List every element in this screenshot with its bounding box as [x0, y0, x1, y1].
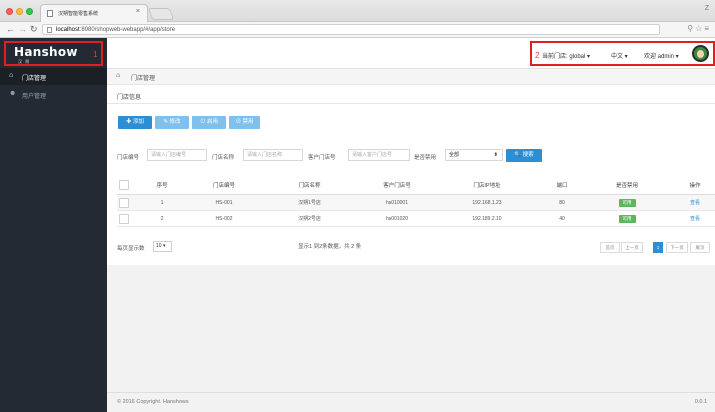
- column-header: 是否禁用: [615, 182, 638, 189]
- port: 80: [559, 199, 565, 206]
- table-header: 序号 门店编号 门店名称 客户门店号 门店IP地址 端口 是否禁用 操作: [117, 175, 715, 195]
- next-page-button[interactable]: 下一页: [666, 242, 688, 253]
- section-title: 门店信息: [117, 95, 142, 101]
- store-ip: 192.189.2.10: [472, 215, 502, 222]
- per-page-select[interactable]: 10 ▾: [153, 241, 172, 252]
- disabled-filter-value: 全部: [449, 152, 460, 158]
- breadcrumb: ⌂ 门店管理: [107, 69, 715, 85]
- version-text: 0.0.1: [694, 399, 707, 405]
- page-1-button[interactable]: 1: [653, 242, 663, 253]
- row-checkbox[interactable]: [119, 197, 129, 208]
- url-host: localhost: [56, 27, 80, 33]
- url-input[interactable]: localhost:8080/shopweb-webapp/#/app/stor…: [42, 24, 660, 35]
- table-row[interactable]: 1 HS-001 汉朔1号店 hs010001 192.168.1.23 80 …: [117, 195, 715, 211]
- address-bar: ← → ↻ localhost:8080/shopweb-webapp/#/ap…: [0, 22, 715, 38]
- close-window-button[interactable]: [6, 8, 13, 15]
- avatar[interactable]: [692, 45, 709, 62]
- row-index: 1: [160, 199, 164, 206]
- customer-code-label: 客户门店号: [308, 155, 336, 161]
- sidebar-item-label: 门店管理: [22, 76, 47, 82]
- logo: Hanshow: [14, 45, 78, 59]
- port: 40: [559, 215, 565, 222]
- table-row[interactable]: 2 HS-002 汉朔2号店 hs001020 192.189.2.10 40 …: [117, 211, 715, 227]
- row-index: 2: [160, 215, 164, 222]
- sidebar-item-store-management[interactable]: ⌂ 门店管理: [0, 68, 107, 85]
- per-page-label: 每页显示数: [117, 246, 145, 252]
- url-path: :8080/shopweb-webapp/#/app/store: [79, 27, 176, 33]
- customer-store-code: hs010001: [386, 199, 408, 206]
- user-menu-dropdown[interactable]: 欢迎 admin ▾: [644, 51, 679, 60]
- column-header: 门店IP地址: [473, 182, 501, 189]
- select-caret-icon: ⬍: [493, 152, 498, 158]
- browser-menu-icons[interactable]: ⚲☆≡: [687, 24, 711, 33]
- users-icon: ☻: [9, 90, 17, 97]
- store-code-label: 门店编号: [117, 155, 140, 161]
- browser-tab-strip: 汉朔智能零售系统 × Z: [0, 0, 715, 22]
- page-footer: © 2016 Copyright. Hanshows 0.0.1: [107, 392, 715, 412]
- current-store-dropdown[interactable]: 当前门店: global ▾: [542, 51, 590, 60]
- prev-page-button[interactable]: 上一页: [621, 242, 643, 253]
- reload-icon[interactable]: ↻: [30, 24, 38, 35]
- add-button[interactable]: ✚ 添加: [118, 116, 152, 129]
- view-link[interactable]: 查看: [690, 215, 700, 222]
- browser-tab[interactable]: 汉朔智能零售系统 ×: [40, 4, 148, 22]
- page-icon: [47, 10, 53, 17]
- row-checkbox[interactable]: [119, 213, 129, 224]
- store-name-input[interactable]: 请输入门店名称: [243, 149, 303, 161]
- first-page-button[interactable]: 首页: [600, 242, 620, 253]
- user-annotation-box: 2 当前门店: global ▾ 中文 ▾ 欢迎 admin ▾: [530, 41, 715, 66]
- column-header: 操作: [689, 182, 701, 189]
- column-header: 序号: [156, 182, 168, 189]
- tab-close-icon[interactable]: ×: [136, 8, 140, 15]
- maximize-window-button[interactable]: [26, 8, 33, 15]
- search-button[interactable]: 🔍 搜索: [506, 149, 542, 162]
- page-icon: [47, 27, 52, 33]
- disabled-filter-select[interactable]: 全部 ⬍: [445, 149, 503, 161]
- column-header: 客户门店号: [383, 182, 411, 189]
- disable-button[interactable]: ⊘ 禁用: [229, 116, 260, 129]
- customer-store-code: hs001020: [386, 215, 408, 222]
- logo-annotation-box: Hanshow 汉 朔 1: [4, 41, 103, 66]
- store-name: 汉朔2号店: [298, 216, 321, 222]
- profile-button[interactable]: Z: [705, 5, 709, 12]
- column-header: 门店编号: [212, 182, 235, 189]
- back-icon[interactable]: ←: [6, 24, 15, 34]
- language-dropdown[interactable]: 中文 ▾: [611, 51, 628, 60]
- minimize-window-button[interactable]: [16, 8, 23, 15]
- annotation-number-1: 1: [93, 50, 98, 59]
- avatar-face: [697, 50, 704, 58]
- store-name: 汉朔1号店: [298, 200, 321, 206]
- breadcrumb-current: 门店管理: [131, 76, 156, 82]
- empty-content-area: [107, 265, 715, 392]
- store-ip: 192.168.1.23: [472, 199, 502, 206]
- store-code: HS-001: [215, 199, 233, 206]
- edit-button[interactable]: ✎ 修改: [155, 116, 189, 129]
- forward-icon[interactable]: →: [18, 24, 27, 34]
- pagination-summary: 显示1 到2条数据，共 2 条: [298, 244, 362, 250]
- home-icon: ⌂: [9, 72, 14, 79]
- annotation-number-2: 2: [535, 51, 540, 60]
- store-name-label: 门店名称: [212, 155, 235, 161]
- select-all-checkbox[interactable]: [119, 179, 129, 190]
- sidebar-item-user-management[interactable]: ☻ 用户管理: [0, 86, 107, 103]
- copyright-text: © 2016 Copyright. Hanshows: [117, 399, 189, 405]
- column-header: 门店名称: [298, 182, 321, 189]
- status-badge: 可用: [618, 214, 636, 223]
- customer-code-input[interactable]: 请输入客户门店号: [348, 149, 410, 161]
- logo-subtitle: 汉 朔: [18, 59, 31, 64]
- store-code-input[interactable]: 请输入门店编号: [147, 149, 207, 161]
- sidebar-item-label: 用户管理: [22, 94, 47, 100]
- home-icon[interactable]: ⌂: [116, 72, 120, 79]
- disabled-filter-label: 是否禁用: [414, 155, 437, 161]
- tab-title: 汉朔智能零售系统: [58, 11, 99, 17]
- last-page-button[interactable]: 尾页: [690, 242, 710, 253]
- new-tab-button[interactable]: [147, 8, 175, 20]
- store-code: HS-002: [215, 215, 233, 222]
- view-link[interactable]: 查看: [690, 199, 700, 206]
- enable-button[interactable]: ⊙ 启用: [192, 116, 226, 129]
- sidebar: Hanshow 汉 朔 1 ⌂ 门店管理 ☻ 用户管理: [0, 38, 107, 412]
- column-header: 端口: [556, 182, 568, 189]
- status-badge: 可用: [618, 198, 636, 207]
- top-header: 2 当前门店: global ▾ 中文 ▾ 欢迎 admin ▾: [107, 38, 715, 69]
